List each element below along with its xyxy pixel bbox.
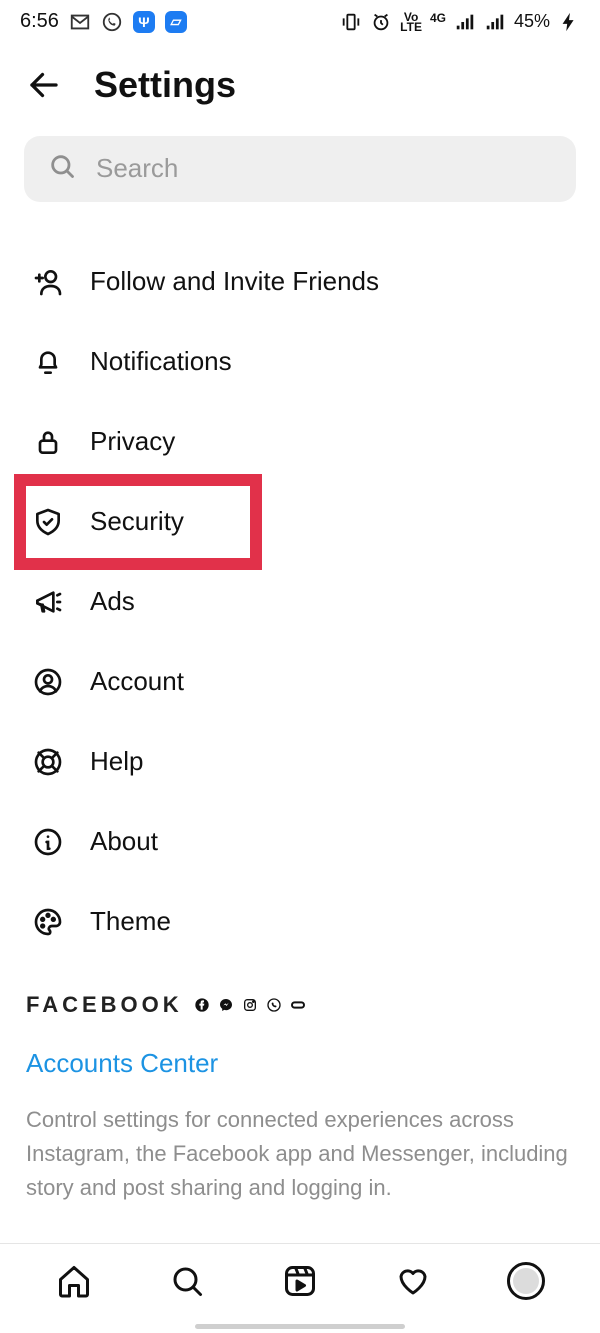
app-header: Settings [0, 44, 600, 136]
signal-1-icon [454, 11, 476, 33]
megaphone-icon [30, 584, 66, 620]
menu-label: Follow and Invite Friends [90, 266, 379, 297]
volte-icon: VoLTE [400, 12, 422, 32]
nav-activity[interactable] [387, 1255, 439, 1307]
status-bar-right: VoLTE 4G 45% [340, 11, 580, 33]
facebook-icon [193, 996, 211, 1014]
avatar-icon [507, 1262, 545, 1300]
menu-item-help[interactable]: Help [6, 722, 594, 802]
status-bar-left: 6:56 Ψ ▱ [20, 10, 187, 33]
menu-item-privacy[interactable]: Privacy [6, 402, 594, 482]
whatsapp-brand-icon [265, 996, 283, 1014]
nav-reels[interactable] [274, 1255, 326, 1307]
person-plus-icon [30, 264, 66, 300]
palette-icon [30, 904, 66, 940]
vibrate-icon [340, 11, 362, 33]
accounts-center-link[interactable]: Accounts Center [26, 1048, 574, 1079]
charging-icon [558, 11, 580, 33]
menu-item-ads[interactable]: Ads [6, 562, 594, 642]
facebook-section: FACEBOOK Accounts Center Control setting… [0, 962, 600, 1225]
signal-2-icon [484, 11, 506, 33]
shield-check-icon [30, 504, 66, 540]
whatsapp-icon [101, 11, 123, 33]
nav-home[interactable] [48, 1255, 100, 1307]
menu-label: About [90, 826, 158, 857]
search-icon [48, 152, 76, 185]
menu-label: Help [90, 746, 143, 777]
menu-item-follow-invite[interactable]: Follow and Invite Friends [6, 242, 594, 322]
battery-percentage: 45% [514, 11, 550, 32]
search-input[interactable] [96, 153, 552, 184]
nav-profile[interactable] [500, 1255, 552, 1307]
menu-label: Account [90, 666, 184, 697]
home-indicator [195, 1324, 405, 1330]
settings-menu: Follow and Invite Friends Notifications … [0, 242, 600, 962]
network-4g-icon: 4G [430, 13, 446, 23]
usb-icon: Ψ [133, 11, 155, 33]
instagram-icon [241, 996, 259, 1014]
bell-icon [30, 344, 66, 380]
menu-item-notifications[interactable]: Notifications [6, 322, 594, 402]
lifebuoy-icon [30, 744, 66, 780]
facebook-brand-label: FACEBOOK [26, 992, 183, 1018]
back-button[interactable] [24, 65, 64, 105]
bottom-nav [0, 1244, 600, 1323]
accounts-center-description: Control settings for connected experienc… [26, 1103, 574, 1205]
menu-label: Theme [90, 906, 171, 937]
nav-search[interactable] [161, 1255, 213, 1307]
info-icon [30, 824, 66, 860]
app-badge-icon: ▱ [165, 11, 187, 33]
menu-item-security[interactable]: Security [6, 482, 594, 562]
alarm-icon [370, 11, 392, 33]
menu-label: Notifications [90, 346, 232, 377]
search-box[interactable] [24, 136, 576, 202]
menu-label: Security [90, 506, 184, 537]
menu-item-account[interactable]: Account [6, 642, 594, 722]
menu-item-about[interactable]: About [6, 802, 594, 882]
lock-icon [30, 424, 66, 460]
messenger-icon [217, 996, 235, 1014]
search-container [0, 136, 600, 242]
menu-label: Privacy [90, 426, 175, 457]
menu-label: Ads [90, 586, 135, 617]
brand-app-icons [193, 996, 307, 1014]
page-title: Settings [94, 64, 236, 106]
oculus-icon [289, 996, 307, 1014]
status-time: 6:56 [20, 10, 59, 33]
status-bar: 6:56 Ψ ▱ VoLTE 4G 45% [0, 0, 600, 44]
menu-item-theme[interactable]: Theme [6, 882, 594, 962]
user-circle-icon [30, 664, 66, 700]
gmail-icon [69, 11, 91, 33]
